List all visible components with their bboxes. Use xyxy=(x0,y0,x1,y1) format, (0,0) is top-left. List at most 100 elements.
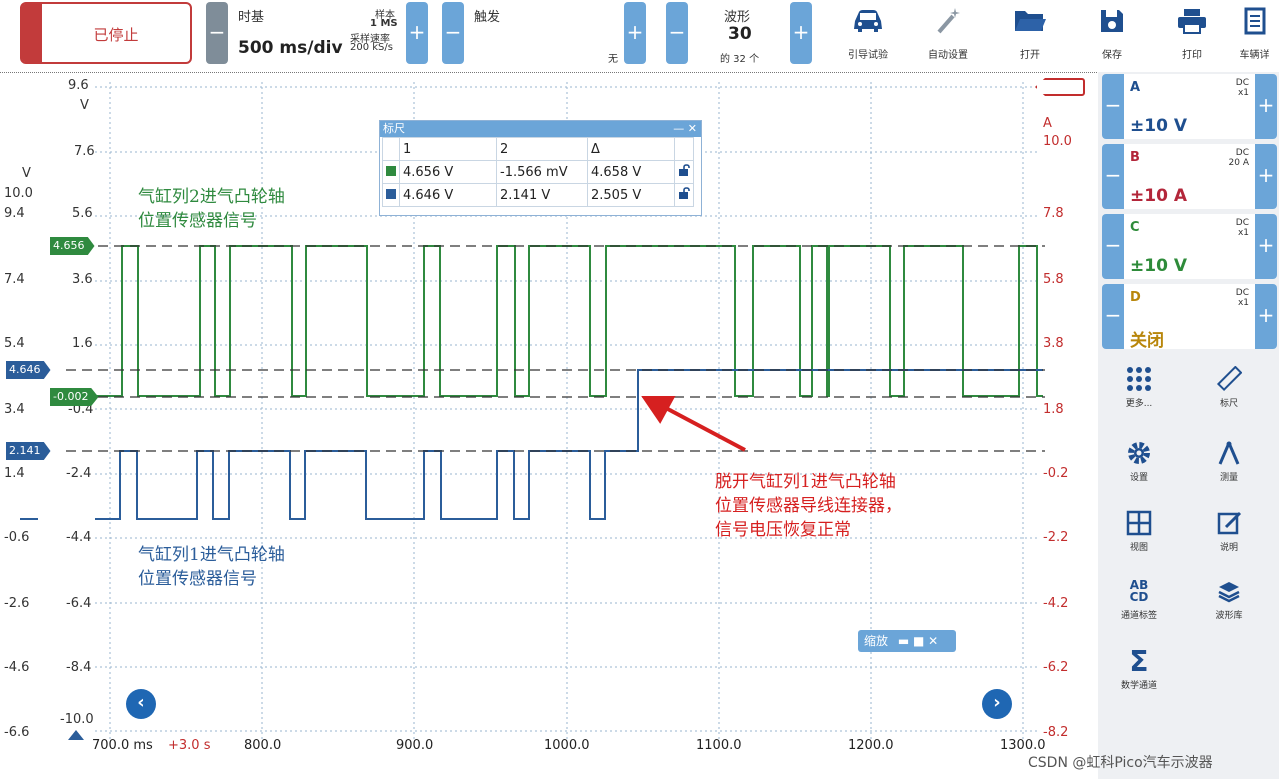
magic-wand-icon xyxy=(912,4,984,38)
print-button[interactable]: 打印 xyxy=(1156,4,1228,61)
green-high-tag[interactable]: 4.656 xyxy=(50,237,95,255)
channel-d-decrease[interactable]: − xyxy=(1102,284,1124,349)
unlock-icon[interactable] xyxy=(674,160,694,184)
more-label: 更多... xyxy=(1125,399,1153,409)
red-annotation: 脱开气缸列1进气凸轮轴 位置传感器导线连接器， 信号电压恢复正常 xyxy=(715,470,902,542)
channel-a-decrease[interactable]: − xyxy=(1102,74,1124,139)
ruler-header[interactable]: 标尺 — ✕ xyxy=(380,121,701,137)
ruler-window-controls[interactable]: — ✕ xyxy=(673,121,697,137)
waveform-increase-button[interactable]: + xyxy=(790,2,812,64)
green-low-tag[interactable]: -0.002 xyxy=(50,388,99,406)
guided-test-button[interactable]: 引导试验 xyxy=(832,4,904,61)
timebase-decrease-button[interactable]: − xyxy=(206,2,228,64)
unlock-icon[interactable] xyxy=(674,183,694,207)
channel-a-increase[interactable]: + xyxy=(1255,74,1277,139)
prev-waveform-button[interactable]: ‹ xyxy=(126,689,156,719)
open-button[interactable]: 打开 xyxy=(994,4,1066,61)
y-label-secondary: -4.6 xyxy=(4,660,30,675)
trigger-decrease-button[interactable]: − xyxy=(442,2,464,64)
trigger-increase-button[interactable]: + xyxy=(624,2,646,64)
stop-button[interactable]: 已停止 xyxy=(20,2,192,64)
ruler-table: 1 2 Δ 4.656 V -1.566 mV 4.658 V 4.646 V … xyxy=(382,137,694,207)
x-label: 800.0 xyxy=(244,738,282,753)
vehicle-details-button[interactable]: 车辆详 xyxy=(1230,4,1279,61)
vehicle-details-label: 车辆详 xyxy=(1239,50,1270,61)
ruler-panel[interactable]: 标尺 — ✕ 1 2 Δ 4.656 V -1.566 mV 4.658 V 4… xyxy=(379,120,702,216)
y-label-inner: 1.6 xyxy=(72,336,93,351)
channel-c-decrease[interactable]: − xyxy=(1102,214,1124,279)
notes-button[interactable]: 说明 xyxy=(1194,508,1264,553)
waveform-decrease-button[interactable]: − xyxy=(666,2,688,64)
ruler-icon xyxy=(1194,364,1264,394)
cd-text: CD xyxy=(1129,590,1149,604)
toolbar: 已停止 − 时基 500 ms/div 样本 1 MS 采样速率 200 kS/… xyxy=(0,0,1279,72)
timebase-increase-button[interactable]: + xyxy=(406,2,428,64)
green-swatch xyxy=(386,165,396,176)
blue-swatch xyxy=(386,188,396,199)
waveform-panel[interactable]: 波形 30 的 32 个 xyxy=(690,2,790,65)
y-label-inner: 3.6 xyxy=(72,272,93,287)
blue-low-tag[interactable]: 2.141 xyxy=(6,442,51,460)
trigger-title: 触发 xyxy=(474,10,501,25)
channel-d-card[interactable]: − D DC x1 关闭 + xyxy=(1102,284,1277,351)
channel-b-decrease[interactable]: − xyxy=(1102,144,1124,209)
library-button[interactable]: 波形库 xyxy=(1194,576,1264,621)
view-label: 视图 xyxy=(1129,543,1148,553)
grid-dots-icon xyxy=(1104,364,1174,394)
coupling: DC xyxy=(1235,218,1249,228)
timebase-panel[interactable]: 时基 500 ms/div 样本 1 MS 采样速率 200 kS/s xyxy=(230,2,406,64)
channel-coupling: DC x1 xyxy=(1236,288,1249,308)
trigger-value: 无 xyxy=(608,54,618,65)
trigger-marker[interactable] xyxy=(68,730,84,740)
ruler-value: 2.141 V xyxy=(496,183,588,207)
waveform-value: 30 xyxy=(728,24,752,44)
ruler-button[interactable]: 标尺 xyxy=(1194,364,1264,409)
channel-a-card[interactable]: − A DC x1 ±10 V + xyxy=(1102,74,1277,139)
ab-cd-icon: AB CD xyxy=(1104,576,1174,606)
channel-d-increase[interactable]: + xyxy=(1255,284,1277,349)
watermark: CSDN @虹科Pico汽车示波器 xyxy=(1028,755,1213,771)
zoom-window-controls[interactable]: ▬ ■ ✕ xyxy=(898,634,938,648)
save-button[interactable]: 保存 xyxy=(1076,4,1148,61)
channel-range: 关闭 xyxy=(1130,331,1164,351)
auto-setup-button[interactable]: 自动设置 xyxy=(912,4,984,61)
math-channels-button[interactable]: Σ 数学通道 xyxy=(1104,645,1174,692)
channel-a-marker xyxy=(20,518,38,520)
view-button[interactable]: 视图 xyxy=(1104,508,1174,553)
probe: x1 xyxy=(1237,298,1249,308)
y-label-secondary: -0.6 xyxy=(4,530,30,545)
channel-name: D xyxy=(1130,290,1141,305)
x-label: 900.0 xyxy=(396,738,434,753)
channel-b-offset-handle[interactable] xyxy=(1035,78,1085,96)
probe: 20 A xyxy=(1228,158,1249,168)
y-label-inner: -10.0 xyxy=(60,712,94,727)
measure-button[interactable]: 测量 xyxy=(1194,438,1264,483)
annotation-line: 气缸列1进气凸轮轴 xyxy=(138,545,285,565)
channel-b-card[interactable]: − B DC 20 A ±10 A + xyxy=(1102,144,1277,209)
trigger-panel[interactable]: 触发 无 xyxy=(466,2,624,65)
zoom-toolbar[interactable]: 缩放 ▬ ■ ✕ xyxy=(858,630,956,652)
probe: x1 xyxy=(1237,88,1249,98)
channel-b-increase[interactable]: + xyxy=(1255,144,1277,209)
channel-range: ±10 A xyxy=(1130,186,1187,206)
settings-label: 设置 xyxy=(1129,473,1148,483)
chevron-right-icon: › xyxy=(993,692,1001,713)
y-label-right: 10.0 xyxy=(1043,134,1072,149)
ruler-lines xyxy=(66,245,1045,452)
annotation-line: 位置传感器信号 xyxy=(138,569,257,589)
green-trace xyxy=(95,245,1043,397)
blue-high-tag[interactable]: 4.646 xyxy=(6,361,51,379)
channel-c-card[interactable]: − C DC x1 ±10 V + xyxy=(1102,214,1277,279)
zoom-label: 缩放 xyxy=(864,634,889,648)
channel-c-increase[interactable]: + xyxy=(1255,214,1277,279)
y-label-secondary: 3.4 xyxy=(4,402,25,417)
more-button[interactable]: 更多... xyxy=(1104,364,1174,409)
layout-grid-icon xyxy=(1104,508,1174,538)
annotation-line: 位置传感器信号 xyxy=(138,211,257,231)
ruler-title: 标尺 xyxy=(383,122,405,135)
channel-labels-button[interactable]: AB CD 通道标签 xyxy=(1104,576,1174,621)
next-waveform-button[interactable]: › xyxy=(982,689,1012,719)
settings-button[interactable]: 设置 xyxy=(1104,438,1174,483)
annotation-line: 信号电压恢复正常 xyxy=(715,520,851,540)
channel-name: A xyxy=(1130,80,1141,95)
